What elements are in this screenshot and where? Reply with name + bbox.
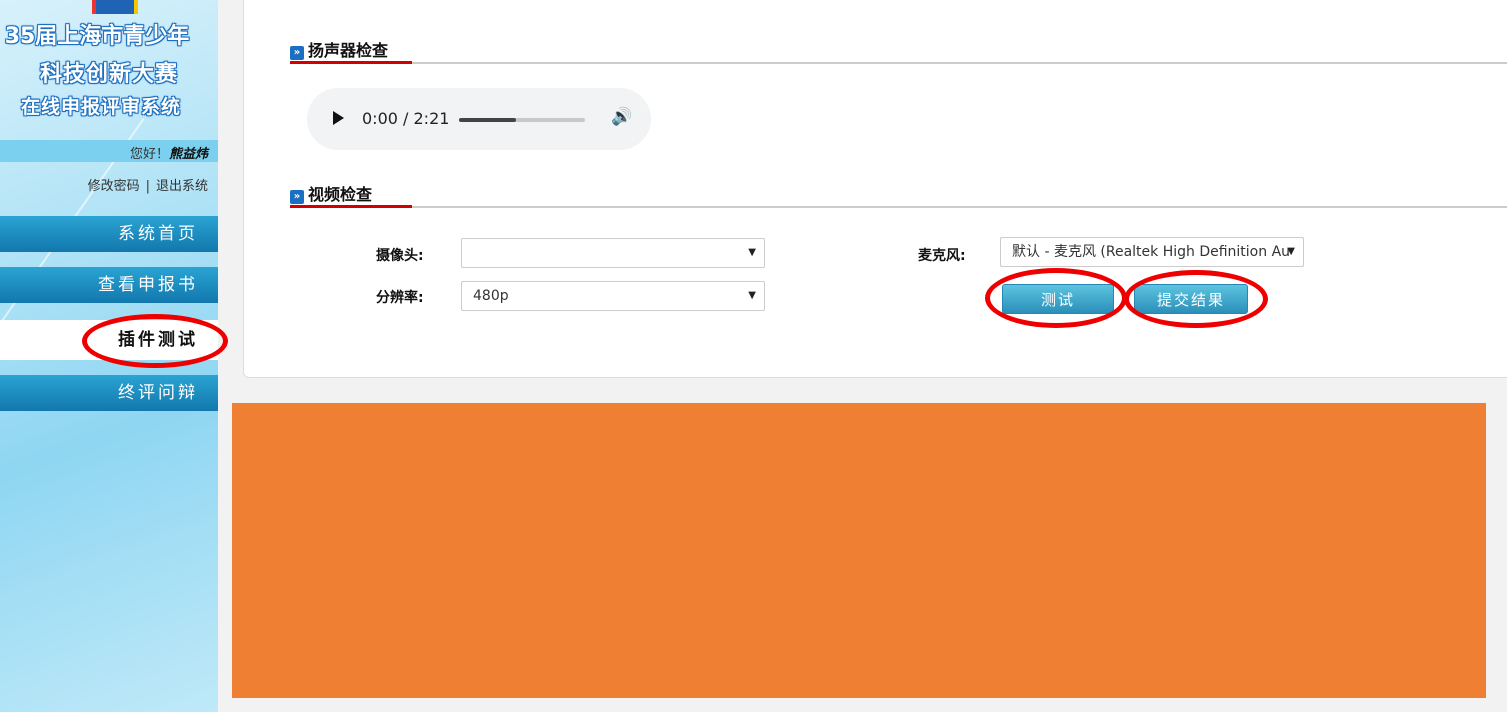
logout-link[interactable]: 退出系统 <box>156 179 208 194</box>
section-divider <box>290 61 1507 64</box>
video-title-text: 视频检查 <box>308 185 373 204</box>
double-chevron-icon: » <box>290 46 304 60</box>
change-password-link[interactable]: 修改密码 <box>88 179 140 194</box>
logo-line-1: 35届上海市青少年 <box>4 24 190 49</box>
resolution-label: 分辨率: <box>376 290 424 306</box>
audio-time: 0:00 / 2:21 <box>362 109 450 128</box>
volume-icon[interactable]: 🔊 <box>611 107 632 127</box>
nav-item-final-defense[interactable]: 终评问辩 <box>0 375 218 411</box>
nav-item-view-application[interactable]: 查看申报书 <box>0 267 218 303</box>
nav-item-home[interactable]: 系统首页 <box>0 216 218 252</box>
audio-progress-fill <box>459 118 516 122</box>
microphone-select-value: 默认 - 麦克风 (Realtek High Definition Au <box>1012 244 1291 260</box>
redaction-block <box>232 403 1486 698</box>
speaker-title-text: 扬声器检查 <box>308 41 389 60</box>
play-icon[interactable] <box>333 111 344 125</box>
account-links: 修改密码 | 退出系统 <box>88 175 208 194</box>
username: 熊益炜 <box>168 147 208 162</box>
link-separator: | <box>145 179 150 194</box>
speaker-section-title: » 扬声器检查 <box>290 37 388 61</box>
greeting: 您好！熊益炜 <box>130 143 208 162</box>
resolution-select[interactable]: 480p ▼ <box>461 281 765 311</box>
camera-select[interactable]: ▼ <box>461 238 765 268</box>
audio-progress-track[interactable] <box>459 118 585 122</box>
nav-item-plugin-test[interactable]: 插件测试 <box>0 320 218 360</box>
camera-label: 摄像头: <box>376 248 424 264</box>
submit-result-button[interactable]: 提交结果 <box>1134 284 1248 314</box>
user-bar: 您好！熊益炜 <box>0 140 218 162</box>
microphone-select[interactable]: 默认 - 麦克风 (Realtek High Definition Au ▼ <box>1000 237 1304 267</box>
video-section-title: » 视频检查 <box>290 181 372 205</box>
dropdown-arrow-icon: ▼ <box>748 290 756 301</box>
sidebar: 35届上海市青少年 科技创新大赛 在线申报评审系统 您好！熊益炜 修改密码 | 退出… <box>0 0 218 712</box>
dropdown-arrow-icon: ▼ <box>1287 246 1295 257</box>
logo-line-2: 科技创新大赛 <box>39 62 178 87</box>
test-button[interactable]: 测试 <box>1002 284 1114 314</box>
audio-player[interactable]: 0:00 / 2:21 🔊 <box>307 88 651 150</box>
mic-label: 麦克风: <box>918 248 966 264</box>
logo-icon <box>92 0 138 14</box>
logo-line-3: 在线申报评审系统 <box>20 96 181 118</box>
resolution-select-value: 480p <box>473 288 509 304</box>
section-divider <box>290 205 1507 208</box>
greeting-text: 您好！ <box>129 147 169 162</box>
main-panel <box>243 0 1507 378</box>
dropdown-arrow-icon: ▼ <box>748 247 756 258</box>
double-chevron-icon: » <box>290 190 304 204</box>
